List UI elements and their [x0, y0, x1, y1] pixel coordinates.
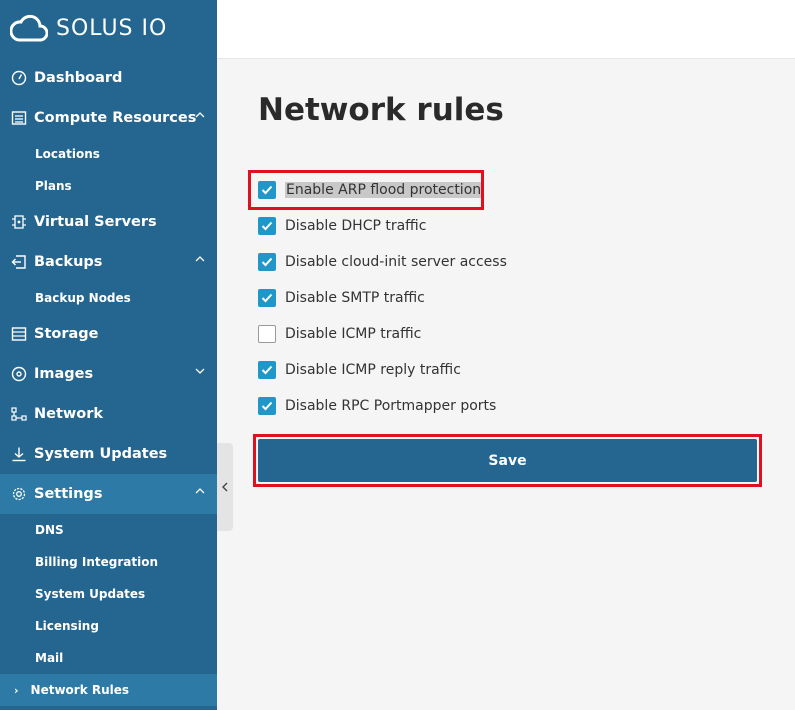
rule-smtp-traffic[interactable]: Disable SMTP traffic	[258, 287, 425, 309]
sidebar-subitem-locations[interactable]: Locations	[0, 138, 217, 170]
compute-resources-icon	[10, 109, 28, 127]
sidebar-subitem-licensing[interactable]: Licensing	[0, 610, 217, 642]
sidebar-item-label: Images	[34, 366, 94, 382]
cloud-logo-icon	[10, 14, 48, 42]
rule-icmp-reply-traffic[interactable]: Disable ICMP reply traffic	[258, 359, 461, 381]
check-icon	[261, 365, 273, 375]
sidebar-collapse-toggle[interactable]	[217, 443, 233, 531]
chevron-up-icon[interactable]	[195, 110, 205, 120]
rule-label[interactable]: Disable DHCP traffic	[285, 218, 426, 234]
checkbox-checked[interactable]	[258, 253, 276, 271]
annotation-highlight-box	[248, 170, 484, 210]
chevron-up-icon[interactable]	[195, 486, 205, 496]
sidebar-item-label: System Updates	[34, 446, 168, 462]
chevron-up-icon[interactable]	[195, 254, 205, 264]
brand-name: SOLUS IO	[56, 15, 168, 41]
sidebar-item-virtual-servers[interactable]: Virtual Servers	[0, 202, 217, 242]
rule-rpc-portmapper[interactable]: Disable RPC Portmapper ports	[258, 395, 496, 417]
sidebar-subitem-dns[interactable]: DNS	[0, 514, 217, 546]
download-icon	[10, 445, 28, 463]
checkbox-checked[interactable]	[258, 361, 276, 379]
rule-dhcp-traffic[interactable]: Disable DHCP traffic	[258, 215, 426, 237]
sidebar-item-label: Storage	[34, 326, 99, 342]
checkbox-unchecked[interactable]	[258, 325, 276, 343]
rule-cloud-init-access[interactable]: Disable cloud-init server access	[258, 251, 507, 273]
sidebar-subitem-plans[interactable]: Plans	[0, 170, 217, 202]
check-icon	[261, 257, 273, 267]
sidebar-item-compute-resources[interactable]: Compute Resources	[0, 98, 217, 138]
gear-icon	[10, 485, 28, 503]
chevron-left-icon	[222, 482, 228, 492]
backups-icon	[10, 253, 28, 271]
sidebar-subitem-label: Plans	[35, 179, 72, 193]
brand-logo[interactable]: SOLUS IO	[10, 10, 167, 46]
rule-label[interactable]: Disable RPC Portmapper ports	[285, 398, 496, 414]
chevron-right-icon: ›	[14, 683, 19, 697]
annotation-highlight-box	[253, 434, 762, 487]
sidebar-subitem-billing-integration[interactable]: Billing Integration	[0, 546, 217, 578]
virtual-servers-icon	[10, 213, 28, 231]
sidebar-item-images[interactable]: Images	[0, 354, 217, 394]
top-header-bar	[217, 0, 795, 59]
rule-label[interactable]: Disable ICMP traffic	[285, 326, 421, 342]
sidebar-item-label: Network	[34, 406, 104, 422]
checkbox-checked[interactable]	[258, 397, 276, 415]
sidebar-subitem-label: Locations	[35, 147, 100, 161]
sidebar-subitem-label: Backup Nodes	[35, 291, 131, 305]
check-icon	[261, 293, 273, 303]
sidebar-subitem-backup-nodes[interactable]: Backup Nodes	[0, 282, 217, 314]
storage-icon	[10, 325, 28, 343]
sidebar-subitem-system-updates[interactable]: System Updates	[0, 578, 217, 610]
images-icon	[10, 365, 28, 383]
sidebar-item-label: Virtual Servers	[34, 214, 157, 230]
rule-icmp-traffic[interactable]: Disable ICMP traffic	[258, 323, 421, 345]
sidebar-subitem-mail[interactable]: Mail	[0, 642, 217, 674]
sidebar-subitem-label: Billing Integration	[35, 555, 159, 569]
rule-label[interactable]: Disable SMTP traffic	[285, 290, 425, 306]
checkbox-checked[interactable]	[258, 217, 276, 235]
sidebar-subitem-label: Mail	[35, 651, 64, 665]
sidebar-item-label: Compute Resources	[34, 110, 197, 126]
chevron-down-icon[interactable]	[195, 366, 205, 376]
sidebar-item-network[interactable]: Network	[0, 394, 217, 434]
sidebar-subitem-label: Network Rules	[30, 683, 130, 697]
rule-label[interactable]: Disable ICMP reply traffic	[285, 362, 461, 378]
sidebar-subitem-label: DNS	[35, 523, 64, 537]
rule-label[interactable]: Disable cloud-init server access	[285, 254, 507, 270]
dashboard-icon	[10, 69, 28, 87]
sidebar-item-settings[interactable]: Settings	[0, 474, 217, 514]
check-icon	[261, 221, 273, 231]
sidebar-subitem-label: Licensing	[35, 619, 99, 633]
sidebar-item-dashboard[interactable]: Dashboard	[0, 58, 217, 98]
sidebar: SOLUS IO Dashboard Compute Resources Loc…	[0, 0, 217, 710]
sidebar-item-storage[interactable]: Storage	[0, 314, 217, 354]
checkbox-checked[interactable]	[258, 289, 276, 307]
check-icon	[261, 401, 273, 411]
sidebar-item-label: Backups	[34, 254, 103, 270]
sidebar-item-label: Dashboard	[34, 70, 123, 86]
page-title: Network rules	[258, 92, 504, 128]
network-icon	[10, 405, 28, 423]
sidebar-subitem-label: System Updates	[35, 587, 146, 601]
sidebar-item-system-updates[interactable]: System Updates	[0, 434, 217, 474]
sidebar-item-label: Settings	[34, 486, 103, 502]
sidebar-subitem-network-rules[interactable]: › Network Rules	[0, 674, 217, 706]
sidebar-item-backups[interactable]: Backups	[0, 242, 217, 282]
